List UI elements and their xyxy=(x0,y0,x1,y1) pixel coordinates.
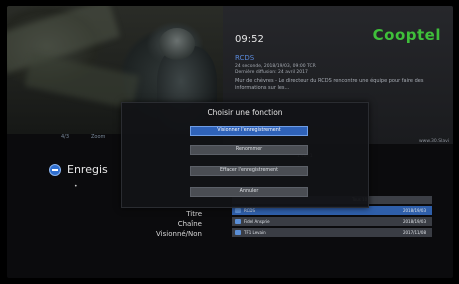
recording-date: 2018/19/03 xyxy=(402,208,426,213)
program-meta: 24 seconde, 2018/19/03, 09:00 TCR Derniè… xyxy=(235,64,445,76)
gorilla-head xyxy=(159,28,195,60)
recording-name: TF1 Levain xyxy=(244,230,266,235)
delete-recording-button[interactable]: Effacer l'enregistrement xyxy=(190,166,308,176)
recording-date: 2017/11/08 xyxy=(402,230,426,235)
meta-line-2: Dernière diffusion: 24 avril 2017 xyxy=(235,70,308,75)
program-description: Mur de chèvres - Le directeur du RCDS re… xyxy=(235,78,424,91)
recording-icon xyxy=(235,208,241,213)
brand-logo: Cooptel xyxy=(372,26,441,44)
side-note: www.30.Slavi xyxy=(419,139,449,144)
label-titre: Titre xyxy=(186,210,202,218)
dialog-title: Choisir une fonction xyxy=(207,108,283,117)
label-visionne: Visionné/Non xyxy=(156,230,202,238)
recordings-icon xyxy=(49,164,61,176)
rename-button[interactable]: Renommer xyxy=(190,145,308,155)
function-dialog: Choisir une fonction Visionner l'enregis… xyxy=(121,102,369,208)
channel-name: RCDS xyxy=(235,54,255,62)
zoom-label: Zoom xyxy=(91,134,106,140)
watch-recording-button[interactable]: Visionner l'enregistrement xyxy=(190,126,308,136)
recording-icon xyxy=(235,230,241,235)
list-item[interactable]: TF1 Levain 2017/11/08 xyxy=(232,228,432,237)
tv-screen: 4/3 Zoom 09:52 Cooptel RCDS 24 seconde, … xyxy=(7,6,453,278)
recording-date: 2018/19/03 xyxy=(402,219,426,224)
detail-labels: Titre Chaîne Visionné/Non xyxy=(102,209,202,239)
list-item[interactable]: Fidel Ansprie 2018/19/03 xyxy=(232,217,432,226)
cancel-button[interactable]: Annuler xyxy=(190,187,308,197)
bullet: • xyxy=(74,183,78,190)
clock: 09:52 xyxy=(235,34,264,45)
section-title: Enregis xyxy=(67,163,108,176)
label-chaine: Chaîne xyxy=(177,220,202,228)
recording-icon xyxy=(235,219,241,224)
foliage xyxy=(24,52,140,110)
recording-name: Fidel Ansprie xyxy=(244,219,270,224)
aspect-label: 4/3 xyxy=(61,134,70,140)
